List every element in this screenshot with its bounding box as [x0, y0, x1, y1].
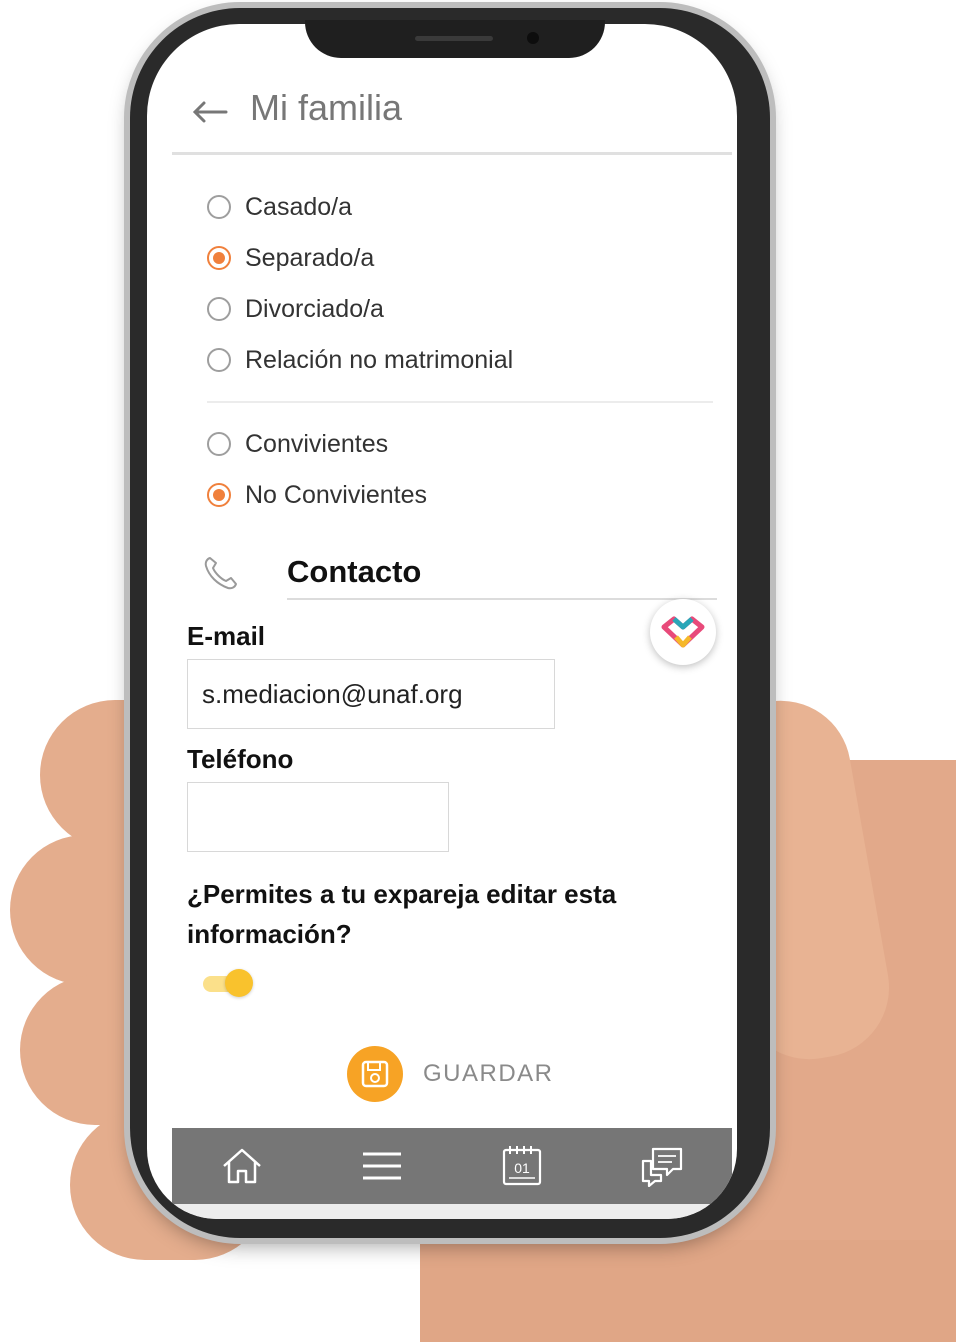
- permission-question: ¿Permites a tu expareja editar esta info…: [187, 879, 617, 949]
- nav-chat[interactable]: [637, 1141, 687, 1191]
- radio-label: Divorciado/a: [245, 294, 384, 323]
- bottom-nav: 01: [172, 1128, 732, 1204]
- menu-icon: [363, 1152, 401, 1180]
- nav-calendar[interactable]: 01: [497, 1141, 547, 1191]
- radio-label: Separado/a: [245, 243, 375, 272]
- email-field[interactable]: [187, 659, 555, 729]
- page-title: Mi familia: [250, 87, 403, 128]
- save-button[interactable]: GUARDAR: [347, 1046, 554, 1102]
- chat-icon: [641, 1147, 683, 1187]
- radio-button[interactable]: [207, 348, 231, 372]
- radio-option-no-convivientes[interactable]: No Convivientes: [207, 475, 427, 515]
- toggle-knob: [225, 969, 253, 997]
- radio-button[interactable]: [207, 297, 231, 321]
- radio-option-relacion[interactable]: Relación no matrimonial: [207, 340, 513, 380]
- radio-option-divorciado[interactable]: Divorciado/a: [207, 289, 384, 329]
- contact-section-header: Contacto: [287, 554, 717, 600]
- phone-icon: [204, 557, 237, 590]
- phone-label: Teléfono: [187, 744, 294, 774]
- radio-label: Convivientes: [245, 429, 389, 458]
- radio-option-separado[interactable]: Separado/a: [207, 238, 374, 278]
- contact-title: Contacto: [287, 554, 422, 589]
- app-header: Mi familia: [172, 84, 732, 155]
- camera: [527, 32, 539, 44]
- phone-field[interactable]: [187, 782, 449, 852]
- nav-home[interactable]: [217, 1141, 267, 1191]
- speaker: [415, 36, 493, 41]
- radio-button[interactable]: [207, 432, 231, 456]
- radio-button-selected[interactable]: [207, 246, 231, 270]
- section-divider: [207, 401, 713, 403]
- floppy-disk-icon: [361, 1060, 389, 1088]
- hand-wrist: [420, 1240, 956, 1342]
- radio-button-selected[interactable]: [207, 483, 231, 507]
- calendar-icon: 01: [502, 1146, 542, 1186]
- back-arrow-icon[interactable]: [192, 100, 228, 124]
- radio-label: Casado/a: [245, 192, 353, 221]
- heart-logo-icon: [661, 616, 705, 648]
- save-label: GUARDAR: [423, 1060, 554, 1087]
- phone-notch: [305, 20, 605, 58]
- edit-permission-toggle[interactable]: [203, 969, 255, 997]
- radio-option-casado[interactable]: Casado/a: [207, 187, 352, 227]
- email-label: E-mail: [187, 621, 266, 651]
- calendar-day: 01: [514, 1160, 530, 1176]
- radio-label: Relación no matrimonial: [245, 345, 514, 374]
- radio-button[interactable]: [207, 195, 231, 219]
- home-indicator-area: [172, 1204, 732, 1219]
- home-icon: [223, 1148, 261, 1184]
- app-logo-fab[interactable]: [650, 599, 716, 665]
- nav-menu[interactable]: [357, 1141, 407, 1191]
- radio-label: No Convivientes: [245, 480, 428, 509]
- radio-option-convivientes[interactable]: Convivientes: [207, 424, 388, 464]
- app-screen: Mi familia Casado/a Separado/a Divorciad…: [147, 24, 737, 1219]
- save-icon-circle: [347, 1046, 403, 1102]
